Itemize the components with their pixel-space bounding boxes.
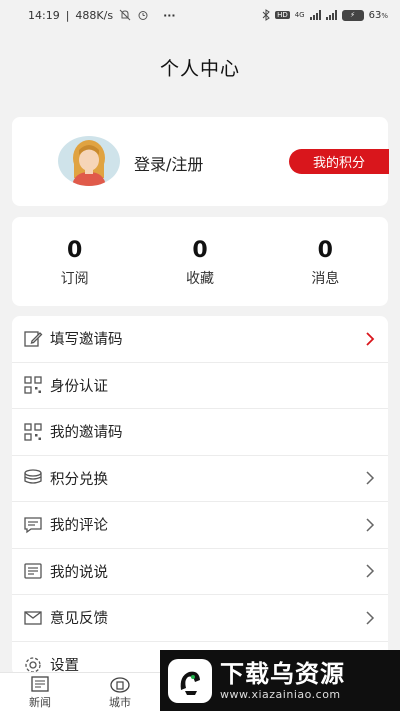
menu-item-feedback[interactable]: 意见反馈 [12,595,388,642]
my-points-button[interactable]: 我的积分 [289,149,389,174]
network-type: 4G [294,11,305,19]
stat-count: 0 [317,238,333,263]
menu-item-identity-verification[interactable]: 身份认证 [12,363,388,409]
login-register-link[interactable]: 登录/注册 [134,151,203,175]
document-icon [22,560,44,582]
watermark-title: 下载乌资源 [220,660,345,688]
signal-icon [309,10,321,20]
menu-item-label: 我的邀请码 [50,425,123,442]
battery-icon: ⚡ [341,9,364,21]
tab-label: 新闻 [29,696,51,709]
coins-icon [22,467,44,489]
stat-count: 0 [192,238,208,263]
menu-item-label: 我的评论 [50,518,108,535]
signal-icon-2 [325,10,337,20]
bluetooth-icon [262,9,270,21]
avatar[interactable] [58,136,120,186]
status-right: HD 4G ⚡ 63% [262,9,388,21]
comment-icon [22,514,44,536]
status-more: ··· [163,8,176,22]
battery-level: 63% [369,10,388,21]
menu-item-my-comments[interactable]: 我的评论 [12,502,388,549]
status-left: 14:19 | 488K/s ··· [28,9,176,22]
stat-label: 收藏 [185,271,214,287]
status-divider: | [65,8,70,22]
menu-card: 填写邀请码 身份认证 我的邀请码 积分兑换 我的评论 我的说说 意见反馈 设置 [12,316,388,676]
chevron-right-icon [366,611,375,625]
chevron-right-icon [366,332,375,346]
menu-item-my-invite-code[interactable]: 我的邀请码 [12,409,388,456]
hd-badge: HD [275,11,290,19]
stat-messages[interactable]: 0 消息 [263,217,388,306]
menu-item-invite-code-entry[interactable]: 填写邀请码 [12,316,388,363]
tab-news[interactable]: 新闻 [10,675,70,710]
battery-value: 63 [368,9,382,21]
watermark-banner: 下载乌资源 www.xiazainiao.com [160,650,400,711]
menu-item-label: 身份认证 [50,378,108,395]
tab-label: 城市 [109,696,131,709]
menu-item-label: 填写邀请码 [50,332,123,349]
mute-icon [119,9,131,21]
qr-code-icon [22,421,44,443]
chevron-right-icon [366,564,375,578]
mail-icon [22,607,44,629]
menu-item-label: 意见反馈 [50,611,108,628]
chevron-right-icon [366,471,375,485]
bird-logo-icon [168,658,212,703]
profile-card: 登录/注册 我的积分 [12,117,389,206]
qr-code-icon [22,374,44,396]
page-title: 个人中心 [159,58,240,80]
status-speed: 488K/s [75,8,114,22]
status-bar: 14:19 | 488K/s ··· HD 4G ⚡ 63% [0,0,400,30]
battery-unit: % [381,11,388,20]
avatar-illustration [72,140,106,186]
city-icon [110,677,130,693]
watermark-text: 下载乌资源 www.xiazainiao.com [220,660,345,701]
stat-favorites[interactable]: 0 收藏 [137,217,262,306]
stats-card: 0 订阅 0 收藏 0 消息 [12,217,388,306]
chevron-right-icon [366,518,375,532]
stat-count: 0 [67,238,83,263]
alarm-icon [138,11,148,20]
status-time: 14:19 [28,8,60,22]
stat-label: 消息 [311,271,340,287]
menu-item-my-posts[interactable]: 我的说说 [12,549,388,595]
pencil-icon [22,328,44,350]
news-icon [31,676,49,692]
menu-item-points-exchange[interactable]: 积分兑换 [12,456,388,502]
menu-item-label: 我的说说 [50,564,108,581]
watermark-url: www.xiazainiao.com [220,688,341,701]
menu-item-label: 积分兑换 [50,471,108,488]
tab-city[interactable]: 城市 [90,675,150,710]
stat-subscriptions[interactable]: 0 订阅 [12,217,137,306]
stat-label: 订阅 [60,271,89,287]
